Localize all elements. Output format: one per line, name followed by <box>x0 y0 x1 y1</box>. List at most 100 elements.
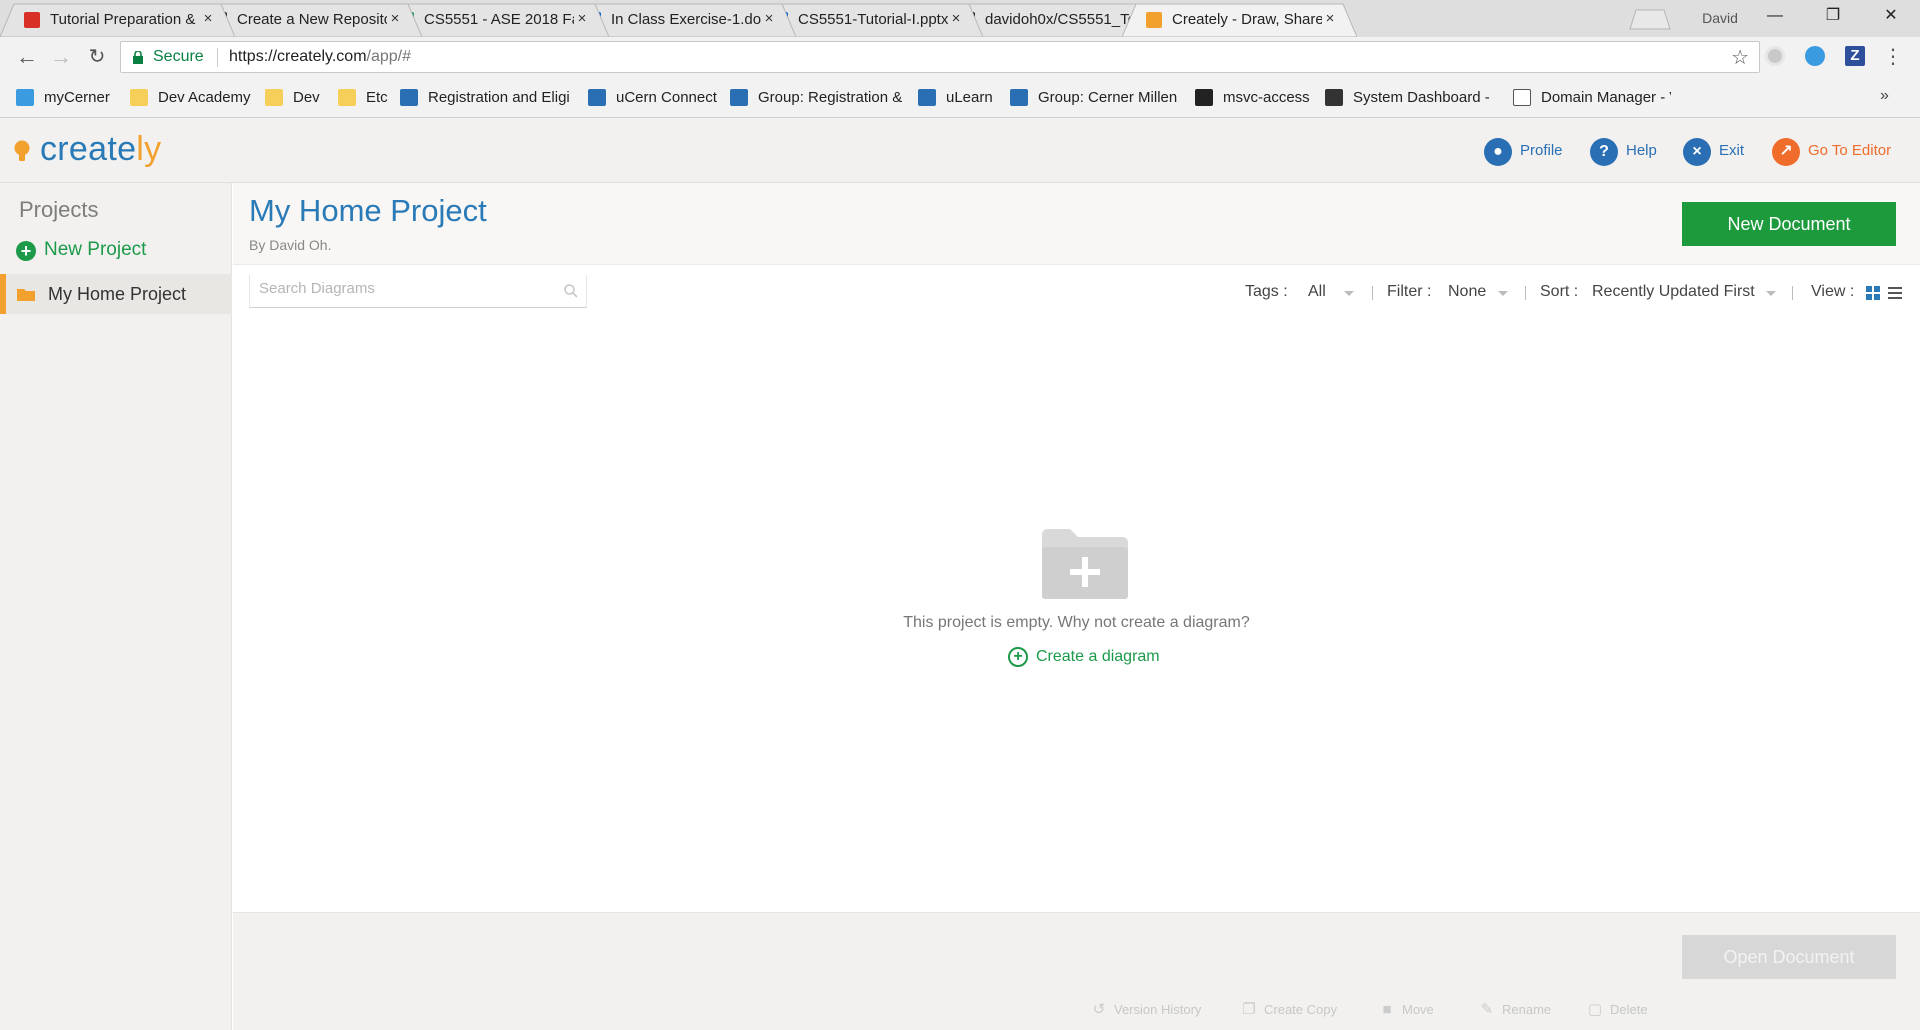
bookmark-3[interactable]: Dev <box>265 88 345 108</box>
rename-label: Rename <box>1502 1002 1552 1017</box>
sort-dropdown[interactable]: Recently Updated First <box>1592 283 1755 305</box>
projects-sidebar: Projects + New Project My Home Project <box>0 183 232 1030</box>
ulearn-icon <box>918 89 936 106</box>
open-document-button[interactable]: Open Document <box>1682 935 1896 979</box>
tab-close-icon[interactable]: × <box>201 10 215 27</box>
address-bar[interactable]: Secure https://creately.com/app/# ☆ <box>120 41 1760 73</box>
project-header: My Home Project By David Oh. New Documen… <box>233 183 1920 265</box>
version-history-label: Version History <box>1114 1002 1202 1017</box>
exit-icon: × <box>1683 138 1711 166</box>
bookmark-label: Group: Cerner Millen <box>1038 89 1178 106</box>
create-diagram-label: Create a diagram <box>1036 648 1160 665</box>
restore-icon[interactable]: ❐ <box>1810 0 1856 32</box>
rename-icon: ✎ <box>1480 1001 1494 1018</box>
help-label: Help <box>1626 142 1657 159</box>
filter-label: Filter : <box>1387 283 1432 300</box>
gmail-icon <box>24 12 40 28</box>
extension-bird-icon[interactable] <box>1805 46 1825 66</box>
chat-icon <box>588 89 606 106</box>
bookmark-10[interactable]: msvc-access <box>1195 88 1325 108</box>
bookmark-6[interactable]: uCern Connect <box>588 88 738 108</box>
minimize-icon[interactable]: — <box>1752 0 1798 32</box>
delete-icon: ▢ <box>1587 1001 1603 1018</box>
jira-icon <box>1325 89 1343 106</box>
empty-message: This project is empty. Why not create a … <box>903 614 1250 631</box>
browser-toolbar: ← → ↻ Secure https://creately.com/app/# … <box>0 37 1920 77</box>
go-to-editor-label: Go To Editor <box>1808 142 1892 159</box>
filter-dropdown[interactable]: None <box>1448 283 1486 305</box>
tags-chevron-down-icon[interactable] <box>1344 291 1354 296</box>
filter-chevron-down-icon[interactable] <box>1498 291 1508 296</box>
view-label: View : <box>1811 283 1855 300</box>
tab-title: Creately - Draw, Share, <box>1172 11 1322 28</box>
tab-title: Tutorial Preparation & I <box>50 11 200 28</box>
profile-name[interactable]: David <box>1680 6 1760 30</box>
new-document-button[interactable]: New Document <box>1682 202 1896 246</box>
tab-1[interactable]: Tutorial Preparation & I × <box>0 3 235 37</box>
menu-kebab-icon[interactable]: ⋮ <box>1880 44 1906 70</box>
plus-circle-icon: + <box>1008 647 1028 667</box>
bookmark-8[interactable]: uLearn <box>918 88 1018 108</box>
lock-icon <box>133 51 143 64</box>
tab-7[interactable]: Creately - Draw, Share, × <box>1122 3 1357 37</box>
sort-label: Sort : <box>1540 283 1579 300</box>
profile-icon: ● <box>1484 138 1512 166</box>
create-copy-label: Create Copy <box>1264 1002 1337 1017</box>
profile-label: Profile <box>1520 142 1563 159</box>
extension-z-icon[interactable]: Z <box>1845 46 1865 66</box>
chat-icon <box>1010 89 1028 106</box>
toolbar-divider <box>1525 286 1526 300</box>
bookmark-star-icon[interactable]: ☆ <box>1731 45 1749 70</box>
empty-state: This project is empty. Why not create a … <box>233 520 1920 680</box>
secure-label: Secure <box>153 48 204 65</box>
projects-heading: Projects <box>19 197 99 222</box>
extension-circle-icon[interactable] <box>1765 46 1785 66</box>
sidebar-item-my-home-project[interactable]: My Home Project <box>0 274 232 314</box>
bookmark-11[interactable]: System Dashboard - <box>1325 88 1510 108</box>
reload-icon[interactable]: ↻ <box>84 44 110 70</box>
tab-close-icon[interactable]: × <box>949 10 963 27</box>
search-icon <box>564 284 578 298</box>
toolbar-divider <box>1792 286 1793 300</box>
bookmark-2[interactable]: Dev Academy <box>130 88 280 108</box>
bookmark-1[interactable]: myCerner <box>16 88 146 108</box>
tags-dropdown[interactable]: All <box>1308 283 1326 305</box>
bookmark-7[interactable]: Group: Registration & <box>730 88 910 108</box>
logo-text-accent: ly <box>136 130 162 168</box>
tab-close-icon[interactable]: × <box>1323 10 1337 27</box>
logo-wordmark: creately <box>40 130 161 169</box>
bookmark-5[interactable]: Registration and Eligi <box>400 88 590 108</box>
exit-label: Exit <box>1719 142 1745 159</box>
new-tab-button[interactable] <box>1624 8 1672 30</box>
delete-label: Delete <box>1610 1002 1648 1017</box>
logo-text-main: create <box>40 130 137 168</box>
tab-close-icon[interactable]: × <box>388 10 402 27</box>
project-item-label: My Home Project <box>48 284 187 304</box>
bookmarks-bar: myCerner Dev Academy Dev Etc Registration an… <box>0 77 1920 118</box>
move-label: Move <box>1402 1002 1434 1017</box>
empty-folder-icon <box>1042 529 1128 599</box>
tab-close-icon[interactable]: × <box>575 10 589 27</box>
sort-chevron-down-icon[interactable] <box>1766 291 1776 296</box>
bookmarks-overflow-icon[interactable]: » <box>1880 87 1889 105</box>
tab-title: davidoh0x/CS5551_Tea <box>985 11 1135 28</box>
grid-view-icon[interactable] <box>1866 286 1880 300</box>
folder-icon <box>130 89 148 106</box>
search-diagrams-input[interactable]: Search Diagrams <box>249 275 587 308</box>
chat-icon <box>730 89 748 106</box>
bookmark-label: Dev <box>293 89 320 106</box>
project-title: My Home Project <box>249 193 487 228</box>
bookmark-label: uCern Connect <box>616 89 717 106</box>
url-text[interactable]: https://creately.com/app/# <box>229 48 411 66</box>
tab-close-icon[interactable]: × <box>762 10 776 27</box>
close-window-icon[interactable]: ✕ <box>1868 0 1914 32</box>
create-copy-icon: ❐ <box>1242 1001 1256 1018</box>
search-placeholder: Search Diagrams <box>259 280 375 297</box>
bookmark-9[interactable]: Group: Cerner Millen <box>1010 88 1195 108</box>
back-icon[interactable]: ← <box>14 44 40 70</box>
tab-title: CS5551-Tutorial-I.pptx <box>798 11 948 28</box>
list-view-icon[interactable] <box>1888 286 1902 300</box>
address-separator <box>217 48 218 67</box>
forward-icon[interactable]: → <box>48 44 74 70</box>
bookmark-12[interactable]: Domain Manager - V <box>1513 88 1673 108</box>
